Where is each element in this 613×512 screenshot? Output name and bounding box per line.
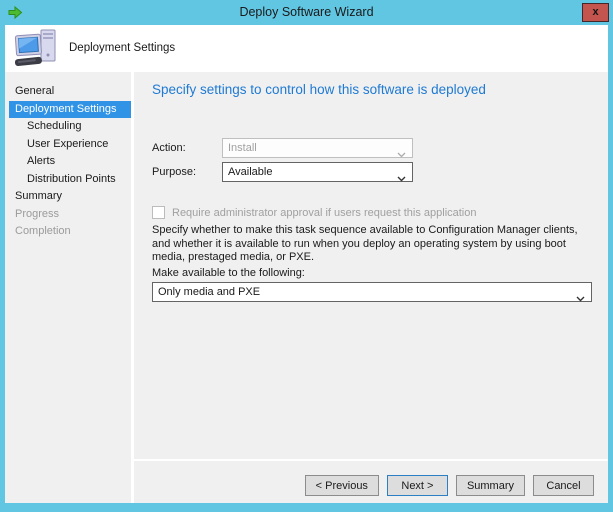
- sidebar-item-summary[interactable]: Summary: [5, 188, 131, 206]
- wizard-nav-sidebar: General Deployment Settings Scheduling U…: [5, 72, 131, 503]
- sidebar-item-completion: Completion: [5, 223, 131, 241]
- titlebar[interactable]: Deploy Software Wizard x: [0, 0, 613, 25]
- computer-icon: [14, 28, 60, 69]
- sidebar-item-user-experience[interactable]: User Experience: [5, 136, 131, 154]
- sidebar-item-alerts[interactable]: Alerts: [5, 153, 131, 171]
- deploy-software-wizard-window: Deploy Software Wizard x: [0, 0, 613, 512]
- wizard-header: Deployment Settings: [5, 25, 608, 72]
- sidebar-item-scheduling[interactable]: Scheduling: [5, 118, 131, 136]
- wizard-body: General Deployment Settings Scheduling U…: [5, 72, 608, 503]
- next-button[interactable]: Next >: [387, 475, 448, 496]
- chevron-down-icon: [576, 290, 585, 308]
- page-heading: Specify settings to control how this sof…: [152, 82, 486, 97]
- action-value: Install: [228, 142, 257, 154]
- wizard-content: Specify settings to control how this sof…: [134, 72, 608, 503]
- make-available-label: Make available to the following:: [152, 267, 305, 279]
- sidebar-item-deployment-settings[interactable]: Deployment Settings: [9, 101, 131, 119]
- sidebar-item-distribution-points[interactable]: Distribution Points: [5, 171, 131, 189]
- footer-button-bar: < Previous Next > Summary Cancel: [134, 475, 608, 496]
- sidebar-item-progress: Progress: [5, 206, 131, 224]
- action-dropdown: Install: [222, 138, 413, 158]
- purpose-dropdown[interactable]: Available: [222, 162, 413, 182]
- close-icon[interactable]: x: [582, 3, 609, 22]
- approval-checkbox-label: Require administrator approval if users …: [172, 207, 477, 219]
- wizard-page-title: Deployment Settings: [69, 25, 175, 72]
- cancel-button[interactable]: Cancel: [533, 475, 594, 496]
- approval-checkbox: [152, 206, 165, 219]
- make-available-value: Only media and PXE: [158, 286, 260, 298]
- purpose-value: Available: [228, 166, 272, 178]
- make-available-dropdown[interactable]: Only media and PXE: [152, 282, 592, 302]
- sidebar-item-general[interactable]: General: [5, 83, 131, 101]
- wizard-client-area: Deployment Settings General Deployment S…: [5, 25, 608, 503]
- window-title: Deploy Software Wizard: [0, 0, 613, 25]
- footer-separator: [134, 459, 608, 461]
- previous-button[interactable]: < Previous: [305, 475, 379, 496]
- deployment-description-text: Specify whether to make this task sequen…: [152, 224, 594, 265]
- chevron-down-icon: [397, 170, 406, 188]
- summary-button[interactable]: Summary: [456, 475, 525, 496]
- action-label: Action:: [152, 142, 186, 154]
- purpose-label: Purpose:: [152, 166, 196, 178]
